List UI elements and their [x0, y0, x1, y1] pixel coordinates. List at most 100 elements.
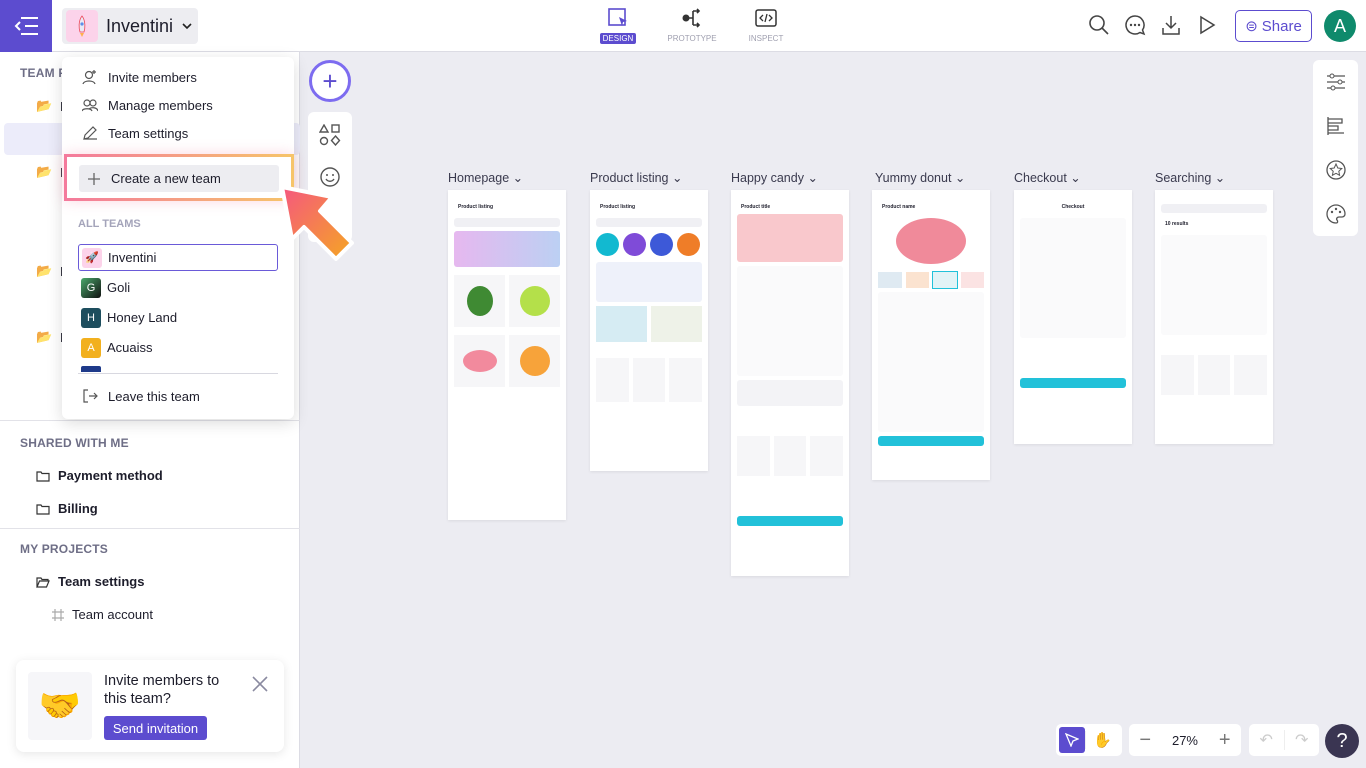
team-item-inventini[interactable]: 🚀 Inventini	[78, 244, 278, 271]
tab-design[interactable]: DESIGN	[590, 6, 646, 44]
frame-searching[interactable]: 10 results	[1155, 190, 1273, 444]
team-logo: 🚀	[82, 247, 102, 268]
zoom-level[interactable]: 27%	[1172, 733, 1198, 748]
team-name: Acuaiss	[107, 340, 153, 355]
tab-inspect[interactable]: INSPECT	[738, 6, 794, 44]
frame-checkout[interactable]: Checkout	[1014, 190, 1132, 444]
sidebar-item-billing[interactable]: Billing	[36, 501, 98, 516]
team-logo-partial	[81, 366, 101, 372]
team-item-honey-land[interactable]: H Honey Land	[78, 304, 278, 331]
add-user-icon	[82, 70, 96, 85]
comment-icon[interactable]	[1124, 14, 1146, 36]
right-toolbar	[1313, 60, 1358, 236]
help-button[interactable]: ?	[1325, 724, 1359, 758]
shapes-icon[interactable]	[319, 124, 341, 146]
team-selector[interactable]: Inventini	[62, 8, 198, 44]
menu-item-manage-members[interactable]: Manage members	[82, 97, 213, 113]
frame-title: Checkout	[1061, 204, 1085, 210]
sidebar-item-payment-method[interactable]: Payment method	[36, 468, 163, 483]
frame-icon	[52, 608, 64, 621]
history-group: ↶ ↷	[1249, 724, 1319, 756]
undo-button[interactable]: ↶	[1249, 730, 1285, 750]
zoom-out-button[interactable]: −	[1139, 729, 1151, 752]
team-name: Inventini	[108, 250, 157, 265]
top-bar: Inventini DESIGN PROTOTYPE INSPECT ⊜ Shar…	[0, 0, 1366, 52]
divider	[0, 528, 300, 529]
create-new-team-button[interactable]: Create a new team	[79, 165, 279, 192]
rocket-icon	[78, 15, 86, 37]
item-label: Team settings	[108, 125, 189, 141]
sidebar-item-team-settings[interactable]: Team settings	[36, 574, 144, 589]
pointer-arrow-highlight	[280, 185, 354, 261]
menu-item-leave-team[interactable]: Leave this team	[82, 388, 200, 404]
chevron-down-icon	[182, 23, 192, 30]
header-tools	[1088, 14, 1218, 36]
share-button[interactable]: ⊜ Share	[1235, 10, 1312, 42]
team-logo: H	[81, 307, 101, 328]
team-name: Inventini	[106, 15, 174, 36]
team-logo: G	[81, 277, 101, 298]
frame-title: Product name	[882, 204, 916, 210]
team-hands-illustration: 🤝	[28, 672, 92, 740]
frame-label-yummy-donut[interactable]: Yummy donut ⌄	[875, 170, 965, 185]
code-icon	[755, 9, 777, 27]
sidebar-item-team-account[interactable]: Team account	[52, 607, 153, 622]
frame-label-checkout[interactable]: Checkout ⌄	[1014, 170, 1081, 185]
frame-product-listing[interactable]: Product listing	[590, 190, 708, 471]
pencil-icon	[83, 126, 97, 140]
menu-collapse-icon	[14, 17, 38, 35]
frame-title: Product listing	[600, 204, 635, 210]
divider	[78, 373, 278, 374]
share-label: Share	[1261, 17, 1302, 35]
design-icon	[608, 8, 627, 26]
layers-icon[interactable]	[1325, 115, 1347, 137]
menu-item-team-settings[interactable]: Team settings	[82, 125, 188, 141]
team-item-acuaiss[interactable]: A Acuaiss	[78, 334, 278, 361]
sliders-icon[interactable]	[1325, 71, 1347, 93]
send-invitation-button[interactable]: Send invitation	[104, 716, 207, 740]
frame-label-searching[interactable]: Searching ⌄	[1155, 170, 1225, 185]
item-label: Team account	[72, 607, 153, 622]
team-logo	[66, 10, 98, 42]
frame-title: Product title	[741, 204, 771, 210]
frame-label-product-listing[interactable]: Product listing ⌄	[590, 170, 682, 185]
team-name: Honey Land	[107, 310, 178, 325]
menu-toggle-button[interactable]	[0, 0, 52, 52]
prototype-icon	[682, 8, 701, 28]
frame-happy-candy[interactable]: Product title	[731, 190, 849, 576]
user-avatar[interactable]: A	[1324, 10, 1356, 42]
frame-homepage[interactable]: Product listing	[448, 190, 566, 520]
close-icon[interactable]	[252, 676, 268, 692]
users-icon	[82, 99, 98, 112]
redo-button[interactable]: ↷	[1285, 730, 1320, 750]
download-icon[interactable]	[1160, 14, 1182, 36]
team-name: Goli	[107, 280, 131, 295]
add-button[interactable]: +	[309, 60, 351, 102]
team-item-goli[interactable]: G Goli	[78, 274, 278, 301]
item-label: Invite members	[108, 69, 197, 85]
item-label: Create a new team	[111, 171, 221, 186]
mode-tabs: DESIGN PROTOTYPE INSPECT	[590, 6, 794, 44]
folder-icon	[36, 470, 50, 482]
palette-icon[interactable]	[1325, 203, 1347, 225]
search-icon[interactable]	[1088, 14, 1110, 36]
tab-prototype-label: PROTOTYPE	[667, 34, 717, 43]
frame-title: Product listing	[458, 204, 493, 210]
tool-mode-group: ✋	[1056, 724, 1122, 756]
hand-tool-button[interactable]: ✋	[1085, 731, 1119, 749]
invite-card-title: Invite members to this team?	[104, 673, 220, 707]
frame-title: 10 results	[1165, 221, 1189, 227]
all-teams-heading: ALL TEAMS	[78, 218, 141, 230]
frame-label-homepage[interactable]: Homepage ⌄	[448, 170, 523, 185]
components-icon[interactable]	[1325, 159, 1347, 181]
hand-icon: ✋	[1093, 732, 1112, 749]
tab-prototype[interactable]: PROTOTYPE	[664, 6, 720, 44]
shared-heading: SHARED WITH ME	[20, 436, 129, 450]
menu-item-invite-members[interactable]: Invite members	[82, 69, 197, 85]
play-icon[interactable]	[1196, 14, 1218, 36]
select-tool-button[interactable]	[1059, 727, 1085, 753]
share-icon: ⊜	[1245, 18, 1258, 35]
zoom-in-button[interactable]: +	[1219, 729, 1231, 752]
frame-yummy-donut[interactable]: Product name	[872, 190, 990, 480]
frame-label-happy-candy[interactable]: Happy candy ⌄	[731, 170, 818, 185]
